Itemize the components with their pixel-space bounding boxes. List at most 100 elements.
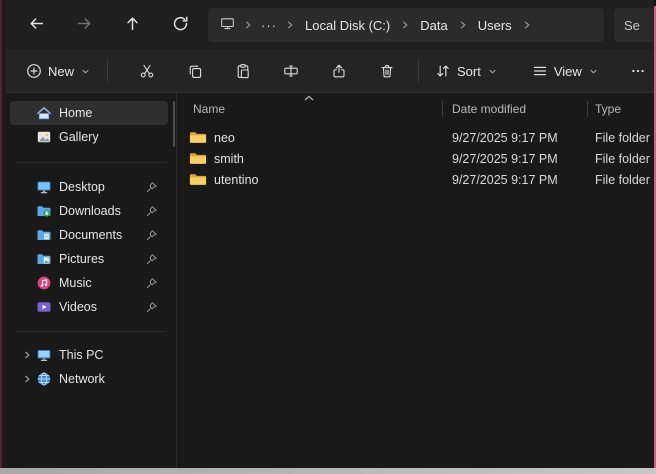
pin-icon (145, 205, 158, 218)
sidebar-item-gallery[interactable]: Gallery (10, 125, 168, 149)
sidebar-item-label: This PC (59, 348, 162, 362)
see-more-button[interactable] (621, 55, 654, 87)
forward-button[interactable] (66, 7, 102, 43)
cut-icon (139, 63, 155, 79)
column-header-name[interactable]: Name (177, 93, 442, 125)
network-icon (36, 371, 52, 387)
breadcrumb-this-pc-button[interactable] (214, 12, 240, 38)
new-button[interactable]: New (18, 55, 99, 87)
chevron-right-icon[interactable] (456, 18, 470, 32)
videos-icon (36, 299, 52, 315)
column-header-type[interactable]: Type (587, 93, 654, 125)
up-button[interactable] (114, 7, 150, 43)
column-header-date-modified[interactable]: Date modified (442, 93, 587, 125)
file-list-header: Name Date modified Type (177, 93, 654, 125)
chevron-right-icon[interactable] (520, 18, 534, 32)
chevron-down-icon (588, 66, 599, 77)
sort-button[interactable]: Sort (427, 55, 506, 87)
chevron-right-icon[interactable] (398, 18, 412, 32)
sidebar-item-videos[interactable]: Videos (10, 295, 168, 319)
sidebar-scrollbar-thumb[interactable] (173, 101, 175, 147)
rename-button[interactable] (274, 55, 308, 87)
chevron-down-icon (487, 66, 498, 77)
navigation-bar: ··· Local Disk (C:) Data Users Se (6, 0, 654, 50)
see-more-icon (630, 63, 646, 79)
breadcrumb-item-data[interactable]: Data (413, 13, 454, 38)
up-icon (124, 15, 141, 35)
sidebar-item-label: Desktop (59, 180, 145, 194)
paste-button[interactable] (226, 55, 260, 87)
chevron-slot (18, 275, 36, 291)
sidebar-item-label: Pictures (59, 252, 145, 266)
sidebar-item-downloads[interactable]: Downloads (10, 199, 168, 223)
new-button-label: New (48, 64, 74, 79)
file-list-pane: Name Date modified Type neo (176, 93, 654, 468)
cut-button[interactable] (130, 55, 164, 87)
chevron-right-icon[interactable] (18, 371, 36, 387)
forward-icon (76, 15, 93, 35)
sidebar-item-label: Documents (59, 228, 145, 242)
pin-icon (145, 181, 158, 194)
back-icon (28, 15, 45, 35)
file-row-smith[interactable]: smith 9/27/2025 9:17 PM File folder (177, 148, 654, 169)
chevron-slot (18, 105, 36, 121)
refresh-button[interactable] (162, 7, 198, 43)
file-date-modified: 9/27/2025 9:17 PM (442, 148, 587, 169)
file-name: utentino (214, 173, 258, 187)
sidebar-item-network[interactable]: Network (10, 367, 168, 391)
copy-icon (187, 63, 203, 79)
file-type: File folder (587, 169, 654, 190)
breadcrumb-collapsed-button[interactable]: ··· (256, 13, 282, 38)
file-type: File folder (587, 127, 654, 148)
chevron-slot (18, 251, 36, 267)
sidebar-item-pictures[interactable]: Pictures (10, 247, 168, 271)
chevron-right-icon[interactable] (283, 18, 297, 32)
sidebar-item-this-pc[interactable]: This PC (10, 343, 168, 367)
rename-icon (283, 63, 299, 79)
file-name: smith (214, 152, 244, 166)
share-button[interactable] (322, 55, 356, 87)
chevron-slot (18, 179, 36, 195)
file-row-utentino[interactable]: utentino 9/27/2025 9:17 PM File folder (177, 169, 654, 190)
background-window-bottom-edge (0, 468, 656, 474)
this-pc-icon (36, 347, 52, 363)
sidebar-item-label: Music (59, 276, 145, 290)
pin-icon (145, 253, 158, 266)
file-explorer-window: ··· Local Disk (C:) Data Users Se New (6, 0, 654, 468)
sidebar-item-desktop[interactable]: Desktop (10, 175, 168, 199)
chevron-slot (18, 203, 36, 219)
sidebar-item-label: Downloads (59, 204, 145, 218)
toolbar-separator (107, 60, 108, 82)
gallery-icon (36, 129, 52, 145)
sidebar-item-music[interactable]: Music (10, 271, 168, 295)
column-header-label: Type (595, 102, 621, 116)
sidebar-item-documents[interactable]: Documents (10, 223, 168, 247)
folder-icon (189, 151, 207, 166)
column-header-label: Name (193, 102, 225, 116)
pin-icon (145, 229, 158, 242)
column-header-label: Date modified (452, 102, 526, 116)
file-row-neo[interactable]: neo 9/27/2025 9:17 PM File folder (177, 127, 654, 148)
file-rows: neo 9/27/2025 9:17 PM File folder smith … (177, 127, 654, 190)
pin-icon (145, 277, 158, 290)
search-input[interactable]: Se (614, 8, 654, 42)
sidebar-item-label: Home (59, 106, 162, 120)
breadcrumb-item-local-disk[interactable]: Local Disk (C:) (298, 13, 397, 38)
command-toolbar: New (6, 50, 654, 92)
view-button[interactable]: View (524, 55, 607, 87)
back-button[interactable] (18, 7, 54, 43)
view-button-label: View (554, 64, 582, 79)
folder-icon (189, 172, 207, 187)
sort-ascending-icon (303, 94, 315, 102)
new-plus-icon (26, 63, 42, 79)
pictures-icon (36, 251, 52, 267)
chevron-right-icon[interactable] (241, 18, 255, 32)
delete-button[interactable] (370, 55, 404, 87)
sidebar-item-home[interactable]: Home (10, 101, 168, 125)
breadcrumb: ··· Local Disk (C:) Data Users (208, 8, 604, 42)
chevron-right-icon[interactable] (18, 347, 36, 363)
chevron-slot (18, 129, 36, 145)
copy-button[interactable] (178, 55, 212, 87)
this-pc-monitor-icon (220, 16, 235, 34)
breadcrumb-item-users[interactable]: Users (471, 13, 519, 38)
